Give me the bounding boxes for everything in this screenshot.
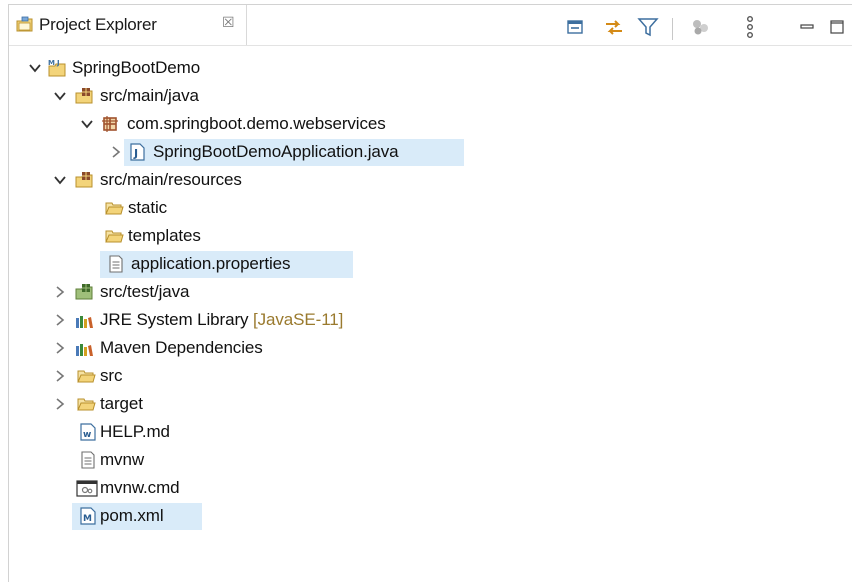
project-explorer-icon [16,16,34,33]
tree-item-src-main-java[interactable]: src/main/java [0,83,852,109]
view-title: Project Explorer [39,15,157,34]
tree-item-help-md[interactable]: w HELP.md [0,419,852,445]
tab-project-explorer[interactable]: Project Explorer ☒ [9,5,247,45]
working-sets-icon[interactable] [688,12,714,42]
folder-icon [104,226,124,246]
library-icon [74,310,94,330]
tree-item-maven-dependencies[interactable]: Maven Dependencies [0,335,852,361]
tree-item-src-test-java[interactable]: src/test/java [0,279,852,305]
tree-item-label: static [128,198,168,217]
filter-icon[interactable] [635,12,661,42]
chevron-right-icon[interactable] [53,313,67,327]
view-tab-bar: Project Explorer ☒ [9,5,852,46]
tree-item-target[interactable]: target [0,391,852,417]
tree-item-mvnw[interactable]: mvnw [0,447,852,473]
chevron-right-icon[interactable] [53,397,67,411]
view-menu-icon[interactable] [737,12,763,42]
folder-icon [76,366,96,386]
tree-item-label: src/main/java [100,86,199,105]
maven-pom-icon: M [78,506,98,526]
toolbar-separator [672,18,673,40]
project-explorer-view: Project Explorer ☒ M J SpringBootDemo sr… [0,0,852,582]
test-source-folder-icon [74,282,94,302]
package-icon [100,114,120,134]
chevron-right-icon[interactable] [109,145,123,159]
tree-item-templates[interactable]: templates [0,223,852,249]
chevron-down-icon[interactable] [28,61,42,75]
tree-item-label: target [100,394,143,413]
jre-version-decoration: [JavaSE-11] [253,310,344,329]
folder-icon [104,198,124,218]
chevron-down-icon[interactable] [80,117,94,131]
java-file-icon: J [127,142,147,162]
text-file-icon [106,254,126,274]
view-toolbar [554,12,849,44]
maven-project-icon: M J [47,58,67,78]
tree-item-label: HELP.md [100,422,170,441]
close-icon[interactable]: ☒ [222,16,237,31]
link-with-editor-icon[interactable] [601,12,627,42]
source-folder-icon [74,170,94,190]
tree-item-label: application.properties [131,254,291,273]
folder-icon [76,394,96,414]
tree-item-label: SpringBootDemoApplication.java [153,142,399,161]
tree-item-project[interactable]: M J SpringBootDemo [0,55,852,81]
tree-item-label: com.springboot.demo.webservices [127,114,386,133]
chevron-down-icon[interactable] [53,89,67,103]
library-icon [74,338,94,358]
source-folder-icon [74,86,94,106]
maximize-icon[interactable] [824,12,850,42]
tree-item-label: JRE System Library [JavaSE-11] [100,309,343,331]
tree-item-label: mvnw [100,450,144,469]
tree-item-app-class[interactable]: J SpringBootDemoApplication.java [0,139,852,166]
tree-item-src[interactable]: src [0,363,852,389]
tree-item-src-main-resources[interactable]: src/main/resources [0,167,852,193]
svg-text:w: w [83,430,91,440]
tree-item-static[interactable]: static [0,195,852,221]
chevron-right-icon[interactable] [53,285,67,299]
jre-name: JRE System Library [100,310,249,329]
chevron-right-icon[interactable] [53,369,67,383]
tree-item-label: src/main/resources [100,170,242,189]
tree-item-label: pom.xml [100,506,164,525]
svg-text:M: M [48,59,55,67]
svg-text:J: J [133,147,138,160]
tree-item-label: templates [128,226,201,245]
tree-item-label: src/test/java [100,282,190,301]
collapse-all-icon[interactable] [562,12,588,42]
tree-item-label: src [100,366,123,385]
tree-item-label: Maven Dependencies [100,338,263,357]
script-file-icon [76,478,98,498]
chevron-right-icon[interactable] [53,341,67,355]
tree-item-jre-library[interactable]: JRE System Library [JavaSE-11] [0,307,852,333]
chevron-down-icon[interactable] [53,173,67,187]
tree-item-label: mvnw.cmd [100,478,180,497]
svg-text:J: J [56,59,60,67]
tree-item-label: SpringBootDemo [72,58,201,77]
tree-item-mvnw-cmd[interactable]: mvnw.cmd [0,475,852,501]
tree-item-pom-xml[interactable]: M pom.xml [0,503,852,530]
tree-item-application-properties[interactable]: application.properties [0,251,852,278]
wikitext-file-icon: w [78,422,98,442]
minimize-icon[interactable] [794,12,820,42]
text-file-icon [78,450,98,470]
tree-item-package[interactable]: com.springboot.demo.webservices [0,111,852,137]
svg-text:M: M [83,514,92,524]
